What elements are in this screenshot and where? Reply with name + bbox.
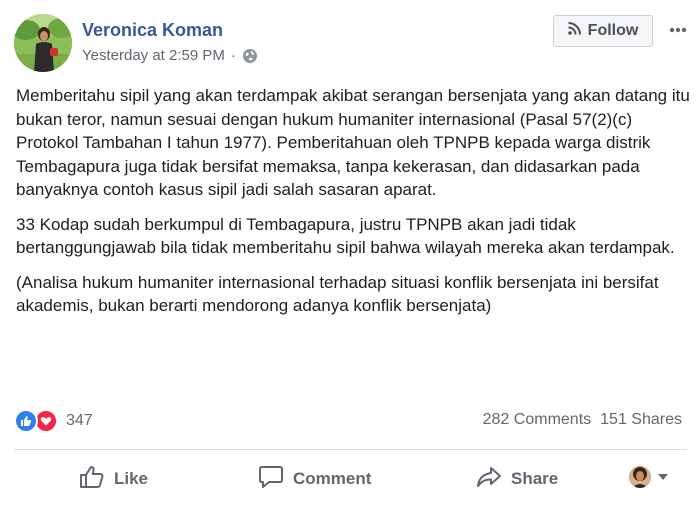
post-paragraph: Memberitahu sipil yang akan terdampak ak…: [16, 86, 690, 199]
follow-button[interactable]: Follow: [553, 15, 653, 47]
more-options-icon[interactable]: [666, 18, 690, 42]
globe-icon[interactable]: [242, 48, 258, 64]
viewer-avatar: [629, 466, 651, 488]
post-paragraph: (Analisa hukum humaniter internasional t…: [16, 272, 659, 316]
reactions-summary[interactable]: 347: [14, 409, 93, 433]
facebook-post: Veronica Koman Yesterday at 2:59 PM · Fo…: [0, 0, 700, 507]
share-button[interactable]: Share: [476, 462, 558, 496]
comment-bubble-icon: [258, 465, 284, 494]
comment-button[interactable]: Comment: [258, 462, 371, 496]
reaction-count: 347: [66, 412, 93, 429]
shares-count-link[interactable]: 151 Shares: [600, 411, 682, 429]
author-avatar[interactable]: [14, 14, 72, 72]
author-name-link[interactable]: Veronica Koman: [82, 20, 223, 41]
post-body: Memberitahu sipil yang akan terdampak ak…: [16, 84, 694, 329]
share-arrow-icon: [476, 465, 502, 494]
chevron-down-icon: [657, 468, 669, 486]
divider: [14, 449, 686, 450]
like-button[interactable]: Like: [79, 462, 148, 496]
like-icon: [14, 409, 38, 433]
rss-icon: [567, 22, 581, 40]
post-paragraph: 33 Kodap sudah berkumpul di Tembagapura,…: [16, 214, 675, 258]
viewer-profile-selector[interactable]: [629, 466, 669, 488]
meta-separator: ·: [230, 47, 236, 64]
engagement-counts: 282 Comments 151 Shares: [483, 411, 682, 429]
share-button-label: Share: [511, 469, 559, 488]
like-button-label: Like: [114, 469, 149, 488]
post-meta: Yesterday at 2:59 PM ·: [82, 47, 258, 64]
comments-count-link[interactable]: 282 Comments: [483, 411, 592, 429]
follow-button-label: Follow: [587, 22, 639, 39]
thumbs-up-icon: [79, 465, 105, 494]
comment-button-label: Comment: [293, 469, 372, 488]
post-timestamp[interactable]: Yesterday at 2:59 PM: [82, 47, 225, 64]
